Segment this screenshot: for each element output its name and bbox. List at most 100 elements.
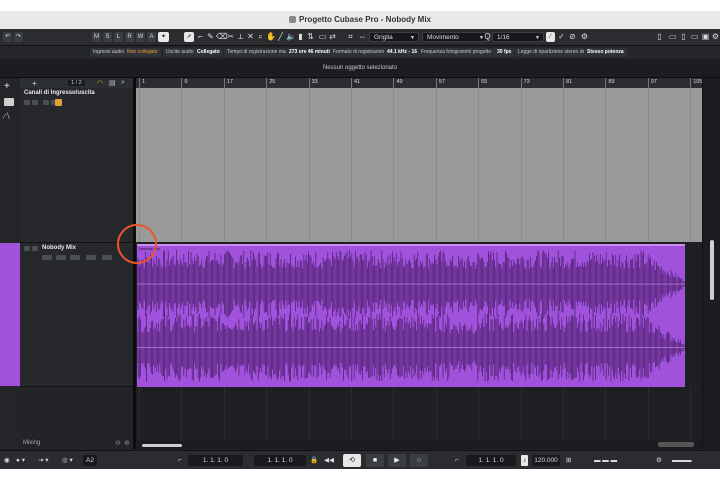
rewind-icon[interactable]: ◀◀ <box>324 455 334 466</box>
grid-mode-dropdown[interactable]: Movimento ▼ <box>422 32 488 42</box>
add-track-button-icon[interactable]: + <box>32 79 37 88</box>
marker-icon[interactable]: ▬ ▬ ▬ <box>594 455 617 466</box>
pencil-icon[interactable]: ✎ <box>206 32 215 42</box>
ruler-bar-marker[interactable]: 105 <box>690 78 702 88</box>
ruler-bar-marker[interactable]: 57 <box>435 78 445 88</box>
vertical-scroll-thumb[interactable] <box>710 240 714 300</box>
stop-button[interactable]: ■ <box>366 454 384 467</box>
info-audio-outputs-value[interactable]: Collegato <box>194 48 223 57</box>
track-row-audio[interactable]: Nobody Mix <box>20 243 133 387</box>
settings-gear-icon[interactable]: ⚙ <box>711 32 720 42</box>
ruler-bar-marker[interactable]: 41 <box>351 78 360 88</box>
ruler-bar-marker[interactable]: 25 <box>266 78 275 88</box>
vertical-scrollbar[interactable] <box>702 78 720 449</box>
quantize-reset-icon[interactable]: ⊘ <box>568 32 577 42</box>
object-selection-icon[interactable]: ➚ <box>184 32 194 42</box>
play-button[interactable]: ▶ <box>388 454 406 467</box>
tempo-field[interactable]: 120.000 <box>532 455 560 466</box>
zoom-in-icon[interactable]: ⊕ <box>124 439 130 447</box>
horizontal-scrollbar[interactable] <box>136 441 702 449</box>
zoom-icon[interactable]: ⌕ <box>256 32 265 42</box>
track-row-folder[interactable]: Canali di Ingresso/uscita <box>20 88 133 243</box>
snap-type-dropdown[interactable]: Griglia ▼ <box>369 32 419 42</box>
zoom-out-icon[interactable]: ⊖ <box>115 439 121 447</box>
range-icon[interactable]: ⌐ <box>196 32 205 42</box>
info-audio-inputs-value[interactable]: Non collegato <box>124 48 161 57</box>
glue-icon[interactable]: ⟂ <box>236 32 245 42</box>
info-frame-rate-value[interactable]: 30 fps <box>494 48 515 57</box>
layout-control-icon[interactable]: ▣ <box>701 32 710 42</box>
mode-button-w[interactable]: W <box>136 32 145 42</box>
empty-lane[interactable] <box>136 387 702 441</box>
solo-button[interactable] <box>32 100 38 105</box>
quantize-settings-icon[interactable]: ⚙ <box>580 32 589 42</box>
ruler-bar-marker[interactable]: 89 <box>605 78 615 88</box>
tempo-track-icon[interactable]: ♪ <box>521 455 529 466</box>
zoom-slider[interactable] <box>658 442 694 447</box>
read-automation-button[interactable] <box>70 255 80 260</box>
punch-in-icon[interactable]: ⌐ <box>455 455 459 466</box>
autosave-indicator[interactable]: A2 <box>83 455 97 466</box>
color-icon[interactable]: ▮ <box>296 32 305 42</box>
ruler-bar-marker[interactable]: 73 <box>520 78 530 88</box>
mute-button[interactable] <box>24 246 30 251</box>
record-button[interactable]: ○ <box>410 454 428 467</box>
ruler-bar-marker[interactable]: 81 <box>563 78 572 88</box>
mute-icon[interactable]: ✕ <box>246 32 255 42</box>
folder-toggle-icon[interactable] <box>55 99 62 106</box>
left-locator-icon[interactable]: ⌐ <box>178 455 182 466</box>
iterative-quantize-icon[interactable]: ⁄ <box>546 32 555 42</box>
monitor-button[interactable] <box>56 255 66 260</box>
search-icon[interactable]: ⌕ <box>121 79 125 87</box>
mode-button-m[interactable]: M <box>92 32 101 42</box>
activity-icon[interactable]: ⚙ <box>656 455 662 466</box>
metronome-icon[interactable]: ◎ ▾ <box>62 455 73 466</box>
record-mode-icon[interactable]: ● ▾ <box>16 455 25 466</box>
mode-button-r[interactable]: R <box>125 32 134 42</box>
audio-clip[interactable]: Nobody Mix <box>137 244 685 387</box>
swap-icon[interactable]: ⇄ <box>328 32 337 42</box>
line-icon[interactable]: ╱ <box>276 32 285 42</box>
hand-icon[interactable]: ✋ <box>266 32 276 42</box>
ruler-bar-marker[interactable]: 33 <box>308 78 318 88</box>
redo-button[interactable]: ↷ <box>14 32 23 42</box>
mode-button-s[interactable]: S <box>103 32 112 42</box>
mute-button[interactable] <box>24 100 30 105</box>
read-automation-button[interactable] <box>43 100 49 105</box>
punch-icon[interactable]: ⇥ ▾ <box>38 455 49 466</box>
ruler-bar-marker[interactable]: 17 <box>223 78 233 88</box>
folder-lane[interactable] <box>136 88 702 242</box>
layout-right-icon[interactable]: ▯ <box>679 32 688 42</box>
track-name[interactable]: Nobody Mix <box>42 245 76 251</box>
info-pan-law-value[interactable]: Stesso potenza <box>584 48 627 57</box>
undo-button[interactable]: ↶ <box>3 32 12 42</box>
write-automation-button[interactable] <box>86 255 96 260</box>
layout-zone-icon[interactable]: ▭ <box>690 32 699 42</box>
constrain-delay-icon[interactable]: ◉ <box>4 455 10 466</box>
track-name[interactable]: Canali di Ingresso/uscita <box>24 90 95 96</box>
ruler-bar-marker[interactable]: 97 <box>647 78 657 88</box>
split-icon[interactable]: ✂ <box>226 32 235 42</box>
transpose-icon[interactable]: ⇅ <box>306 32 315 42</box>
quantize-dropdown[interactable]: 1/16 ▼ <box>492 32 544 42</box>
position-field[interactable]: 1. 1. 1. 0 <box>466 455 516 466</box>
solo-button[interactable] <box>32 246 38 251</box>
horizontal-scroll-thumb[interactable] <box>142 444 182 447</box>
select-icon[interactable]: ▭ <box>318 32 327 42</box>
ruler-bar-marker[interactable]: 65 <box>478 78 487 88</box>
touch-mode-icon[interactable]: ✦ <box>158 32 169 42</box>
quantize-apply-icon[interactable]: ✓ <box>557 32 566 42</box>
ruler-bar-marker[interactable]: 9 <box>181 78 187 88</box>
cycle-button[interactable]: ⟲ <box>343 454 361 467</box>
play-tool-icon[interactable]: 🔈 <box>286 32 296 42</box>
left-locator-field[interactable]: 1. 1. 1. 0 <box>188 455 243 466</box>
snap-toggle-icon[interactable]: ⌗ <box>346 32 355 42</box>
record-enable-button[interactable] <box>42 255 52 260</box>
visibility-icon[interactable]: ◠ <box>97 79 103 87</box>
ruler-bar-marker[interactable]: 49 <box>393 78 403 88</box>
layout-bottom-icon[interactable]: ▭ <box>668 32 677 42</box>
right-locator-field[interactable]: 1. 1. 1. 0 <box>254 455 306 466</box>
mode-button-l[interactable]: L <box>114 32 123 42</box>
lock-icon[interactable]: 🔒 <box>310 455 318 466</box>
layout-left-icon[interactable]: ▯ <box>655 32 664 42</box>
